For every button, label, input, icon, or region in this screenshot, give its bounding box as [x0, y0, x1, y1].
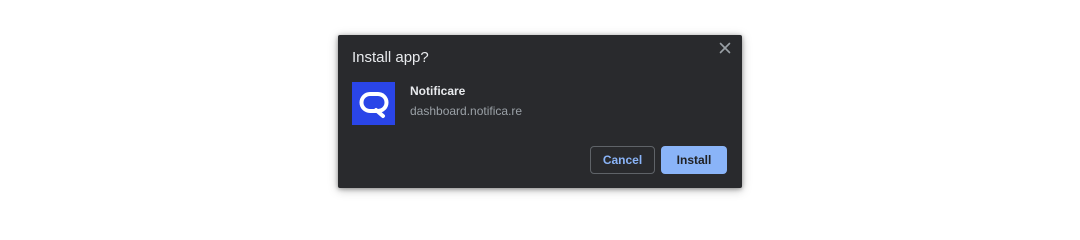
close-button[interactable] — [717, 40, 733, 56]
install-app-dialog: Install app? Notificare dashboard.notifi… — [338, 35, 742, 188]
app-name: Notificare — [410, 84, 466, 98]
notificare-logo-icon — [352, 82, 395, 125]
dialog-title: Install app? — [352, 49, 429, 66]
close-icon — [719, 42, 731, 54]
page: Install app? Notificare dashboard.notifi… — [0, 0, 1080, 224]
cancel-button[interactable]: Cancel — [590, 146, 655, 174]
app-origin: dashboard.notifica.re — [410, 104, 523, 118]
install-button[interactable]: Install — [661, 146, 727, 174]
app-info: Notificare dashboard.notifica.re — [352, 82, 522, 126]
app-details: Notificare dashboard.notifica.re — [410, 84, 522, 118]
